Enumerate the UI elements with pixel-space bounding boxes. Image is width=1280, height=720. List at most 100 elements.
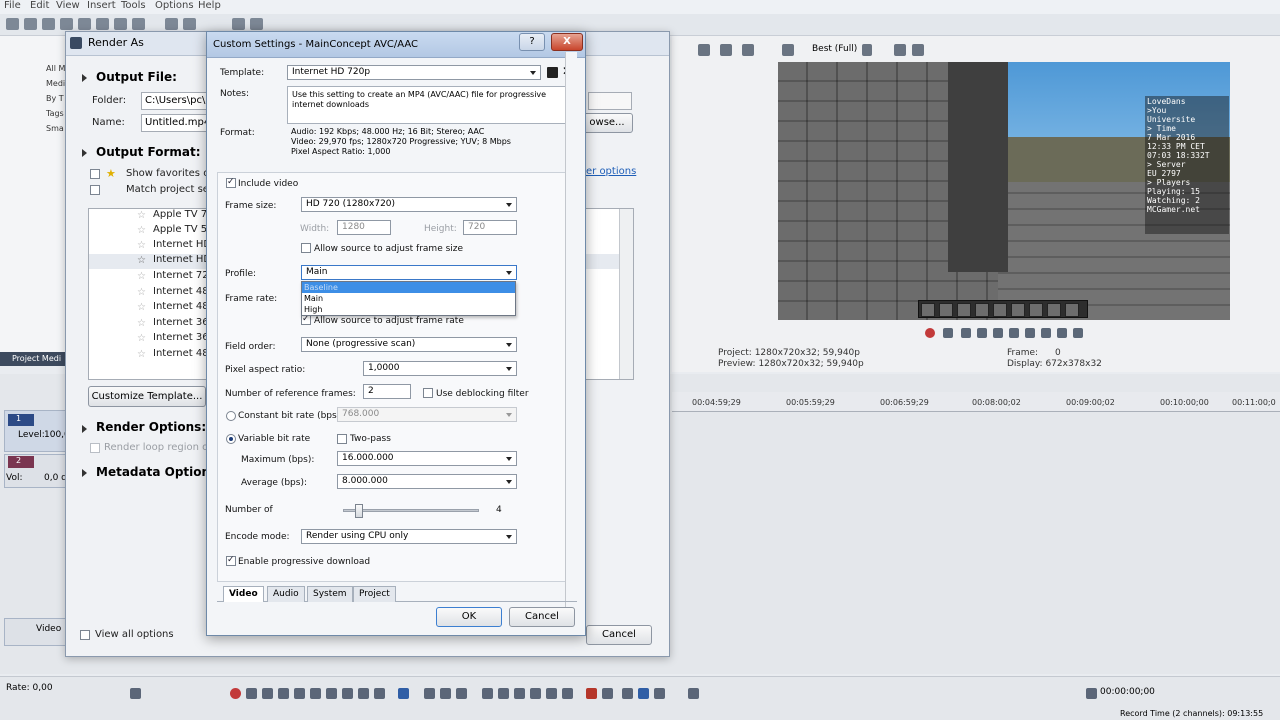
folder-dropdown[interactable] bbox=[588, 92, 632, 110]
star-icon[interactable]: ☆ bbox=[137, 303, 147, 313]
metadata-options-heading[interactable]: Metadata Options: bbox=[96, 465, 222, 479]
notes-textarea[interactable]: Use this setting to create an MP4 (AVC/A… bbox=[287, 86, 575, 124]
preview-settings-icon[interactable] bbox=[698, 44, 710, 56]
star-icon[interactable]: ☆ bbox=[137, 319, 147, 329]
stop-icon[interactable] bbox=[1009, 328, 1019, 338]
variable-bit-rate-radio[interactable] bbox=[226, 434, 236, 444]
go-to-end-icon[interactable] bbox=[1041, 328, 1051, 338]
undo-icon[interactable] bbox=[165, 18, 178, 30]
constant-bit-rate-radio[interactable] bbox=[226, 411, 236, 421]
slider-thumb[interactable] bbox=[355, 504, 363, 518]
split-icon[interactable] bbox=[546, 688, 557, 699]
media-tree-item[interactable]: Sma bbox=[46, 124, 64, 133]
stop-icon[interactable] bbox=[310, 688, 321, 699]
maximum-bps-select[interactable]: 16.000.000 bbox=[337, 451, 517, 466]
new-project-icon[interactable] bbox=[6, 18, 19, 30]
go-to-end-icon[interactable] bbox=[342, 688, 353, 699]
overlays-icon[interactable] bbox=[862, 44, 872, 56]
close-button[interactable]: X bbox=[551, 33, 583, 51]
encode-mode-select[interactable]: Render using CPU only bbox=[301, 529, 517, 544]
profile-select[interactable]: Main bbox=[301, 265, 517, 280]
render-as-cancel-button[interactable]: Cancel bbox=[586, 625, 652, 645]
auto-crossfades-icon[interactable] bbox=[638, 688, 649, 699]
trim-start-icon[interactable] bbox=[514, 688, 525, 699]
menu-edit[interactable]: Edit bbox=[30, 0, 49, 11]
redo-icon[interactable] bbox=[183, 18, 196, 30]
media-tree-item[interactable]: Tags bbox=[46, 109, 64, 118]
width-input[interactable]: 1280 bbox=[337, 220, 391, 235]
slider-track[interactable] bbox=[343, 504, 479, 518]
play-from-start-icon[interactable] bbox=[961, 328, 971, 338]
save-snapshot-icon[interactable] bbox=[912, 44, 924, 56]
profile-option-baseline[interactable]: Baseline bbox=[302, 282, 515, 293]
lock-icon[interactable] bbox=[688, 688, 699, 699]
go-to-start-icon[interactable] bbox=[326, 688, 337, 699]
render-loop-checkbox[interactable] bbox=[90, 443, 100, 453]
reference-frames-input[interactable]: 2 bbox=[363, 384, 411, 399]
save-icon[interactable] bbox=[42, 18, 55, 30]
average-bps-select[interactable]: 8.000.000 bbox=[337, 474, 517, 489]
browse-button[interactable]: owse... bbox=[581, 113, 633, 133]
envelope-tool-icon[interactable] bbox=[424, 688, 435, 699]
enable-snapping-icon[interactable] bbox=[622, 688, 633, 699]
expand-metadata-options-icon[interactable] bbox=[82, 469, 87, 477]
record-icon[interactable] bbox=[230, 688, 241, 699]
play-from-start-icon[interactable] bbox=[262, 688, 273, 699]
star-icon[interactable]: ☆ bbox=[137, 256, 147, 266]
split-screen-icon[interactable] bbox=[782, 44, 794, 56]
zoom-tool-icon[interactable] bbox=[456, 688, 467, 699]
show-favorites-checkbox[interactable] bbox=[90, 169, 100, 179]
snap-icon[interactable] bbox=[232, 18, 245, 30]
menu-file[interactable]: File bbox=[4, 0, 21, 11]
record-icon[interactable] bbox=[925, 328, 935, 338]
prev-frame-icon[interactable] bbox=[358, 688, 369, 699]
prev-frame-icon[interactable] bbox=[1057, 328, 1067, 338]
star-icon[interactable]: ☆ bbox=[137, 288, 147, 298]
next-frame-icon[interactable] bbox=[374, 688, 385, 699]
go-to-start-icon[interactable] bbox=[1025, 328, 1035, 338]
profile-option-high[interactable]: High bbox=[302, 304, 515, 315]
menu-view[interactable]: View bbox=[56, 0, 80, 11]
format-list-scrollbar[interactable] bbox=[619, 209, 633, 379]
tab-audio[interactable]: Audio bbox=[267, 586, 305, 602]
expand-output-format-icon[interactable] bbox=[82, 149, 87, 157]
properties-icon[interactable] bbox=[78, 18, 91, 30]
save-template-icon[interactable] bbox=[547, 67, 558, 78]
auto-ripple-icon[interactable] bbox=[654, 688, 665, 699]
menu-help[interactable]: Help bbox=[198, 0, 221, 11]
lock-envelopes-icon[interactable] bbox=[562, 688, 573, 699]
deblocking-filter-checkbox[interactable] bbox=[423, 388, 433, 398]
help-button[interactable]: ? bbox=[519, 33, 545, 51]
progressive-download-checkbox[interactable] bbox=[226, 555, 236, 566]
include-video-checkbox[interactable] bbox=[226, 177, 236, 188]
trim-end-icon[interactable] bbox=[530, 688, 541, 699]
paste-icon[interactable] bbox=[132, 18, 145, 30]
delete-icon[interactable] bbox=[482, 688, 493, 699]
media-tree-item[interactable]: All M bbox=[46, 64, 65, 73]
cut-icon[interactable] bbox=[96, 18, 109, 30]
play-icon[interactable] bbox=[977, 328, 987, 338]
frame-size-select[interactable]: HD 720 (1280x720) bbox=[301, 197, 517, 212]
allow-source-frame-rate-checkbox[interactable] bbox=[301, 314, 311, 325]
insert-marker-icon[interactable] bbox=[586, 688, 597, 699]
render-options-heading[interactable]: Render Options: bbox=[96, 420, 206, 434]
tab-project[interactable]: Project bbox=[353, 586, 396, 602]
output-format-heading[interactable]: Output Format: bbox=[96, 145, 201, 159]
star-icon[interactable]: ☆ bbox=[137, 334, 147, 344]
pixel-aspect-ratio-select[interactable]: 1,0000 bbox=[363, 361, 517, 376]
pause-icon[interactable] bbox=[294, 688, 305, 699]
play-icon[interactable] bbox=[278, 688, 289, 699]
insert-region-icon[interactable] bbox=[602, 688, 613, 699]
open-icon[interactable] bbox=[24, 18, 37, 30]
tab-video[interactable]: Video bbox=[223, 586, 264, 602]
pause-icon[interactable] bbox=[993, 328, 1003, 338]
field-order-select[interactable]: None (progressive scan) bbox=[301, 337, 517, 352]
external-monitor-icon[interactable] bbox=[720, 44, 732, 56]
menu-tools[interactable]: Tools bbox=[121, 0, 146, 11]
preview-quality[interactable]: Best (Full) bbox=[812, 44, 857, 54]
copy-icon[interactable] bbox=[114, 18, 127, 30]
expand-render-options-icon[interactable] bbox=[82, 425, 87, 433]
tools-icon[interactable] bbox=[250, 18, 263, 30]
media-tree-item[interactable]: By T bbox=[46, 94, 64, 103]
dialog-scrollbar[interactable] bbox=[565, 52, 577, 622]
